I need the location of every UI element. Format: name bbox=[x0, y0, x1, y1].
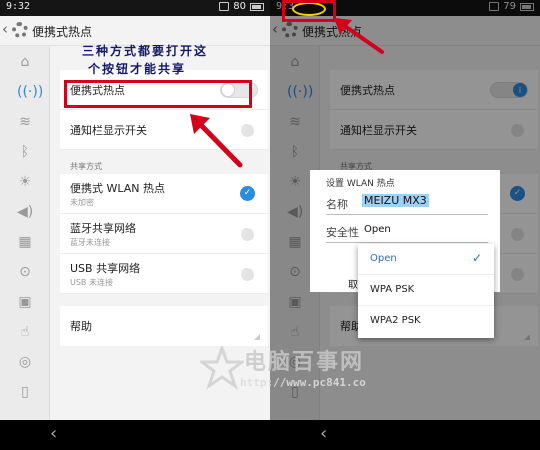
wlan-sub: 未加密 bbox=[70, 198, 94, 207]
security-underline bbox=[326, 242, 488, 243]
nav-back-icon[interactable]: ‹ bbox=[50, 423, 57, 444]
sound-icon[interactable]: ◀) bbox=[17, 204, 33, 220]
section-label: 共享方式 bbox=[70, 162, 102, 171]
security-select[interactable]: Open bbox=[364, 224, 391, 235]
share-methods-card: 便携式 WLAN 热点 未加密 ✓ 蓝牙共享网络 蓝牙未连接 USB 共享网络 … bbox=[60, 174, 268, 294]
annotation-line-1: 三种方式都要打开这 bbox=[82, 44, 209, 58]
bt-radio[interactable] bbox=[241, 228, 254, 241]
usb-row[interactable]: USB 共享网络 USB 未连接 bbox=[60, 254, 268, 294]
apps-grid-icon[interactable]: ▦ bbox=[17, 234, 33, 250]
usb-label: USB 共享网络 bbox=[70, 262, 141, 275]
about-icon[interactable]: ▯ bbox=[17, 384, 33, 400]
bt-sub: 蓝牙未连接 bbox=[70, 238, 110, 247]
dropdown-item-label: WPA PSK bbox=[370, 284, 415, 295]
battery-icon bbox=[250, 2, 264, 11]
dropdown-item-wpa-psk[interactable]: WPA PSK bbox=[358, 275, 494, 306]
location-icon[interactable]: ⊙ bbox=[17, 264, 33, 280]
annotation-line-2: 个按钮才能共享 bbox=[88, 62, 187, 76]
wlan-check-icon[interactable]: ✓ bbox=[240, 186, 255, 201]
settings-sidebar: ⌂ ((·)) ≋ ᛒ ☀ ◀) ▦ ⊙ ▣ ☝ ◎ ▯ bbox=[0, 46, 50, 420]
wifi-icon[interactable]: ≋ bbox=[17, 114, 33, 130]
red-arrow-icon bbox=[334, 18, 384, 54]
red-arrow-icon bbox=[190, 114, 243, 168]
watermark-text: 电脑百事网 bbox=[244, 350, 365, 375]
highlight-box bbox=[64, 80, 252, 108]
dropdown-item-open[interactable]: Open ✓ bbox=[358, 244, 494, 275]
watermark-url: http://www.pc841.co bbox=[240, 376, 366, 389]
name-underline bbox=[326, 214, 488, 215]
settings-gear-icon bbox=[12, 22, 28, 38]
dropdown-item-wpa2-psk[interactable]: WPA2 PSK bbox=[358, 306, 494, 337]
star-logo-icon bbox=[200, 346, 244, 390]
usb-sub: USB 未连接 bbox=[70, 278, 113, 287]
help-label: 帮助 bbox=[70, 320, 92, 333]
wlan-row[interactable]: 便携式 WLAN 热点 未加密 ✓ bbox=[60, 174, 268, 214]
nav-back-icon[interactable]: ‹ bbox=[320, 423, 327, 444]
status-bar: 9:32 80 bbox=[0, 0, 270, 16]
security-dropdown: Open ✓ WPA PSK WPA2 PSK bbox=[358, 244, 494, 338]
account-icon[interactable]: ◎ bbox=[17, 354, 33, 370]
dropdown-item-label: WPA2 PSK bbox=[370, 315, 421, 326]
bluetooth-icon[interactable]: ᛒ bbox=[17, 144, 33, 160]
brightness-icon[interactable]: ☀ bbox=[17, 174, 33, 190]
watermark: 电脑百事网 http://www.pc841.co bbox=[200, 340, 400, 400]
notify-label: 通知栏显示开关 bbox=[70, 124, 147, 137]
name-input[interactable]: MEIZU MX3 bbox=[362, 194, 429, 207]
cancel-button[interactable]: 取 bbox=[348, 276, 358, 291]
check-icon: ✓ bbox=[471, 251, 482, 265]
home-icon[interactable]: ⌂ bbox=[17, 54, 33, 70]
nav-bar: ‹ bbox=[270, 420, 540, 450]
status-highlight-box bbox=[282, 0, 336, 22]
bt-label: 蓝牙共享网络 bbox=[70, 222, 136, 235]
hotspot-icon[interactable]: ((·)) bbox=[17, 84, 43, 100]
security-label: 安全性 bbox=[326, 226, 359, 239]
gesture-hand-icon[interactable]: ☝ bbox=[17, 324, 33, 340]
signal-icon bbox=[219, 2, 230, 11]
nav-bar: ‹ bbox=[0, 420, 270, 450]
usb-radio[interactable] bbox=[241, 268, 254, 281]
wlan-label: 便携式 WLAN 热点 bbox=[70, 182, 166, 195]
dialog-title: 设置 WLAN 热点 bbox=[326, 179, 395, 189]
battery-level: 80 bbox=[233, 1, 246, 12]
bt-row[interactable]: 蓝牙共享网络 蓝牙未连接 bbox=[60, 214, 268, 254]
status-time: 9:32 bbox=[6, 1, 31, 12]
page-title: 便携式热点 bbox=[32, 25, 93, 39]
dropdown-item-label: Open bbox=[370, 253, 397, 264]
display-icon[interactable]: ▣ bbox=[17, 294, 33, 310]
name-label: 名称 bbox=[326, 198, 348, 211]
back-icon[interactable]: ‹ bbox=[2, 20, 8, 38]
